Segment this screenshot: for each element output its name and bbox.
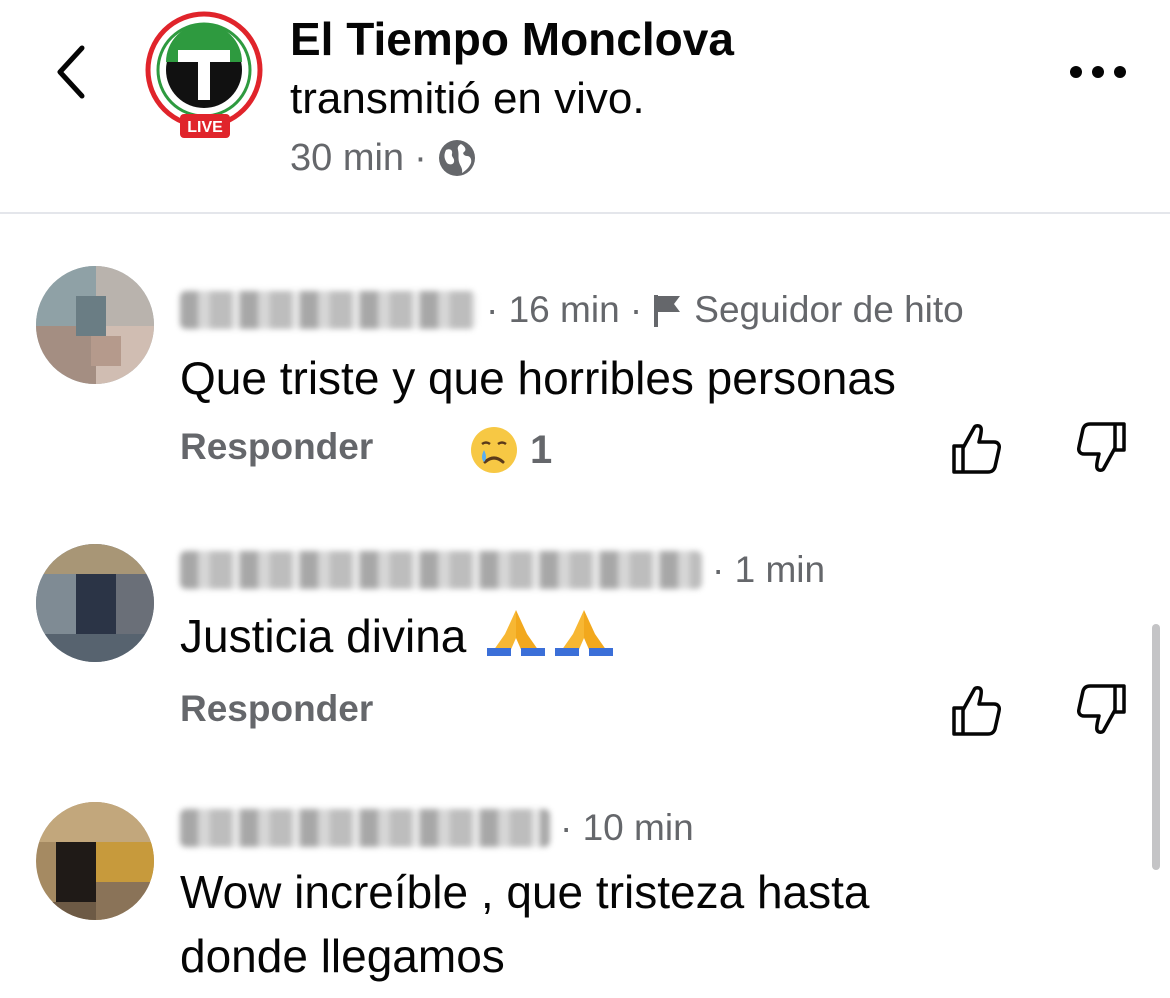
scrollbar[interactable]	[1152, 624, 1160, 870]
el-tiempo-logo: LIVE	[145, 11, 263, 138]
commenter-avatar[interactable]	[36, 544, 154, 662]
comment-item: · 10 min Wow increíble , que tristeza ha…	[0, 802, 1170, 998]
comment-header: · 1 min	[180, 544, 825, 596]
page-avatar[interactable]: LIVE	[142, 10, 266, 138]
page-name[interactable]: El Tiempo Monclova	[290, 12, 734, 66]
comment-text-line-2: donde llegamos	[180, 930, 505, 982]
dislike-button[interactable]	[1076, 682, 1128, 738]
comment-item: · 16 min · Seguidor de hito Que triste y…	[0, 266, 1170, 484]
thumbs-down-icon	[1077, 422, 1126, 472]
commenter-name-blurred[interactable]	[180, 291, 476, 329]
thumbs-up-icon	[952, 686, 1001, 736]
post-header: LIVE El Tiempo Monclova transmitió en vi…	[0, 0, 1170, 214]
dislike-button[interactable]	[1076, 420, 1128, 476]
reaction-summary[interactable]: 1	[468, 424, 552, 476]
chevron-left-icon	[57, 45, 85, 99]
live-badge: LIVE	[187, 119, 223, 136]
reply-button[interactable]: Responder	[180, 426, 373, 468]
comment-text-line-1: Wow increíble , que tristeza hasta	[180, 866, 870, 918]
back-button[interactable]	[48, 40, 98, 104]
more-dots-icon	[1070, 66, 1082, 78]
meta-separator: ·	[414, 136, 427, 179]
comment-item: · 1 min Justicia divina Responder	[0, 544, 1170, 744]
comment-time[interactable]: · 10 min	[560, 807, 694, 849]
comment-actions: Responder 1	[180, 420, 1140, 480]
comment-header: · 10 min	[180, 802, 694, 854]
comment-text-content: Justicia divina	[180, 610, 467, 662]
commenter-name-blurred[interactable]	[180, 551, 702, 589]
thumbs-up-icon	[952, 424, 1001, 474]
comment-actions: Responder	[180, 682, 1140, 742]
comment-text: Que triste y que horribles personas	[180, 352, 896, 404]
globe-icon	[438, 140, 475, 176]
folded-hands-emoji	[487, 610, 546, 656]
post-time[interactable]: 30 min	[290, 137, 404, 180]
crying-face-emoji	[471, 427, 517, 473]
milestone-badge: Seguidor de hito	[694, 289, 964, 330]
comment-time[interactable]: · 16 min ·	[486, 289, 642, 331]
reply-button[interactable]: Responder	[180, 688, 373, 730]
commenter-avatar[interactable]	[36, 802, 154, 920]
flag-icon	[654, 295, 681, 327]
comment-time[interactable]: · 1 min	[712, 549, 825, 591]
comment-header: · 16 min · Seguidor de hito	[180, 284, 964, 336]
more-options-button[interactable]	[1066, 52, 1130, 92]
folded-hands-emoji	[555, 610, 614, 656]
reaction-count: 1	[530, 427, 553, 472]
post-action-text: transmitió en vivo.	[290, 74, 645, 123]
comment-text: Justicia divina	[180, 606, 615, 666]
commenter-name-blurred[interactable]	[180, 809, 550, 847]
like-button[interactable]	[950, 420, 1002, 476]
like-button[interactable]	[950, 682, 1002, 738]
post-meta: 30 min ·	[290, 134, 477, 182]
thumbs-down-icon	[1077, 684, 1126, 734]
commenter-avatar[interactable]	[36, 266, 154, 384]
